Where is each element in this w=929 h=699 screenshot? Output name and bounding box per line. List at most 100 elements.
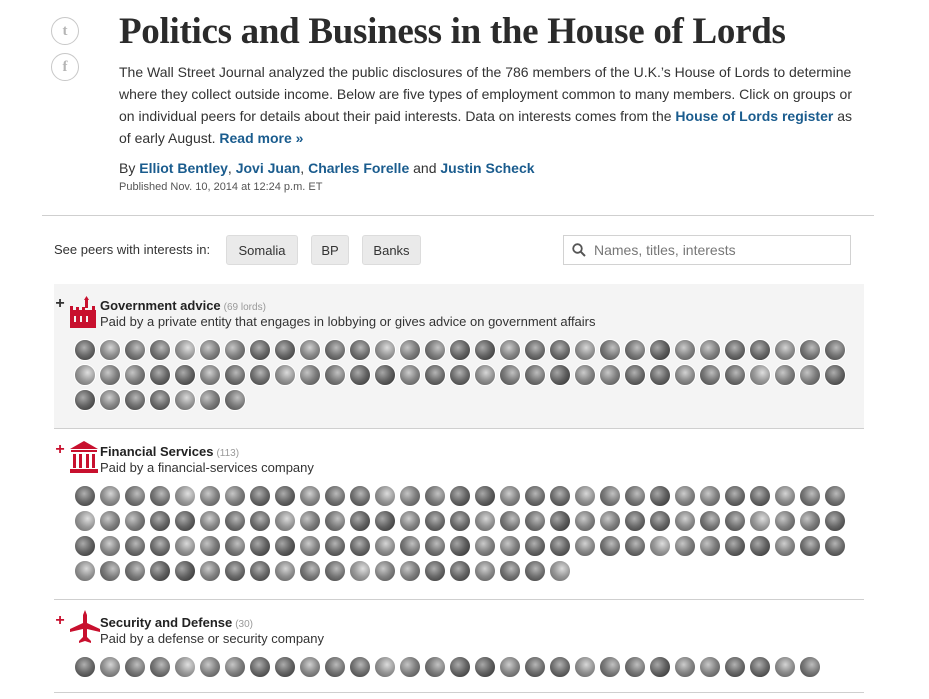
peer-avatar[interactable]	[249, 339, 271, 361]
peer-avatar[interactable]	[199, 510, 221, 532]
peer-avatar[interactable]	[424, 339, 446, 361]
peer-avatar[interactable]	[599, 364, 621, 386]
peer-avatar[interactable]	[524, 364, 546, 386]
peer-avatar[interactable]	[599, 535, 621, 557]
peer-avatar[interactable]	[324, 339, 346, 361]
peer-avatar[interactable]	[749, 535, 771, 557]
peer-avatar[interactable]	[824, 364, 846, 386]
read-more-link[interactable]: Read more »	[219, 130, 303, 146]
peer-avatar[interactable]	[274, 485, 296, 507]
peer-avatar[interactable]	[324, 560, 346, 582]
peer-avatar[interactable]	[124, 656, 146, 678]
peer-avatar[interactable]	[724, 656, 746, 678]
peer-avatar[interactable]	[299, 510, 321, 532]
peer-avatar[interactable]	[549, 364, 571, 386]
peer-avatar[interactable]	[74, 364, 96, 386]
peer-avatar[interactable]	[249, 364, 271, 386]
peer-avatar[interactable]	[374, 560, 396, 582]
peer-avatar[interactable]	[324, 364, 346, 386]
peer-avatar[interactable]	[799, 510, 821, 532]
peer-avatar[interactable]	[199, 656, 221, 678]
peer-avatar[interactable]	[774, 364, 796, 386]
peer-avatar[interactable]	[224, 485, 246, 507]
peer-avatar[interactable]	[249, 560, 271, 582]
peer-avatar[interactable]	[99, 389, 121, 411]
peer-avatar[interactable]	[549, 535, 571, 557]
peer-avatar[interactable]	[199, 364, 221, 386]
peer-avatar[interactable]	[699, 339, 721, 361]
peer-avatar[interactable]	[349, 339, 371, 361]
peer-avatar[interactable]	[124, 364, 146, 386]
peer-avatar[interactable]	[149, 364, 171, 386]
peer-avatar[interactable]	[599, 339, 621, 361]
peer-avatar[interactable]	[399, 656, 421, 678]
peer-avatar[interactable]	[674, 656, 696, 678]
peer-avatar[interactable]	[774, 656, 796, 678]
facebook-share-button[interactable]: f	[51, 53, 79, 81]
peer-avatar[interactable]	[424, 535, 446, 557]
peer-avatar[interactable]	[274, 364, 296, 386]
peer-avatar[interactable]	[649, 535, 671, 557]
peer-avatar[interactable]	[524, 656, 546, 678]
peer-avatar[interactable]	[299, 364, 321, 386]
peer-avatar[interactable]	[749, 339, 771, 361]
peer-avatar[interactable]	[149, 656, 171, 678]
peer-avatar[interactable]	[574, 485, 596, 507]
peer-avatar[interactable]	[224, 389, 246, 411]
peer-avatar[interactable]	[824, 485, 846, 507]
peer-avatar[interactable]	[224, 339, 246, 361]
peer-avatar[interactable]	[149, 560, 171, 582]
peer-avatar[interactable]	[649, 485, 671, 507]
peer-avatar[interactable]	[524, 339, 546, 361]
peer-avatar[interactable]	[699, 656, 721, 678]
author-link[interactable]: Jovi Juan	[236, 160, 301, 176]
peer-avatar[interactable]	[524, 485, 546, 507]
peer-avatar[interactable]	[449, 364, 471, 386]
peer-avatar[interactable]	[824, 510, 846, 532]
peer-avatar[interactable]	[99, 485, 121, 507]
peer-avatar[interactable]	[249, 485, 271, 507]
peer-avatar[interactable]	[249, 656, 271, 678]
peer-avatar[interactable]	[449, 656, 471, 678]
peer-avatar[interactable]	[124, 560, 146, 582]
peer-avatar[interactable]	[624, 364, 646, 386]
peer-avatar[interactable]	[499, 535, 521, 557]
peer-avatar[interactable]	[499, 485, 521, 507]
peer-avatar[interactable]	[549, 560, 571, 582]
peer-avatar[interactable]	[724, 339, 746, 361]
peer-avatar[interactable]	[199, 560, 221, 582]
peer-avatar[interactable]	[624, 510, 646, 532]
author-link[interactable]: Charles Forelle	[308, 160, 409, 176]
peer-avatar[interactable]	[799, 485, 821, 507]
peer-avatar[interactable]	[399, 485, 421, 507]
peer-avatar[interactable]	[374, 485, 396, 507]
peer-avatar[interactable]	[274, 656, 296, 678]
search-input[interactable]	[592, 241, 836, 259]
author-link[interactable]: Elliot Bentley	[139, 160, 228, 176]
peer-avatar[interactable]	[99, 364, 121, 386]
peer-avatar[interactable]	[474, 656, 496, 678]
peer-avatar[interactable]	[99, 656, 121, 678]
register-link[interactable]: House of Lords register	[675, 108, 833, 124]
peer-avatar[interactable]	[599, 656, 621, 678]
peer-avatar[interactable]	[474, 510, 496, 532]
peer-avatar[interactable]	[224, 535, 246, 557]
author-link[interactable]: Justin Scheck	[440, 160, 534, 176]
peer-avatar[interactable]	[774, 535, 796, 557]
peer-avatar[interactable]	[299, 339, 321, 361]
peer-avatar[interactable]	[499, 656, 521, 678]
peer-avatar[interactable]	[99, 510, 121, 532]
peer-avatar[interactable]	[624, 656, 646, 678]
peer-avatar[interactable]	[674, 510, 696, 532]
peer-avatar[interactable]	[549, 656, 571, 678]
peer-avatar[interactable]	[349, 364, 371, 386]
peer-avatar[interactable]	[399, 510, 421, 532]
peer-avatar[interactable]	[149, 510, 171, 532]
peer-avatar[interactable]	[649, 656, 671, 678]
peer-avatar[interactable]	[99, 560, 121, 582]
group-expand-toggle[interactable]: +	[54, 295, 66, 313]
peer-avatar[interactable]	[349, 510, 371, 532]
peer-avatar[interactable]	[474, 485, 496, 507]
peer-avatar[interactable]	[449, 485, 471, 507]
peer-avatar[interactable]	[424, 510, 446, 532]
